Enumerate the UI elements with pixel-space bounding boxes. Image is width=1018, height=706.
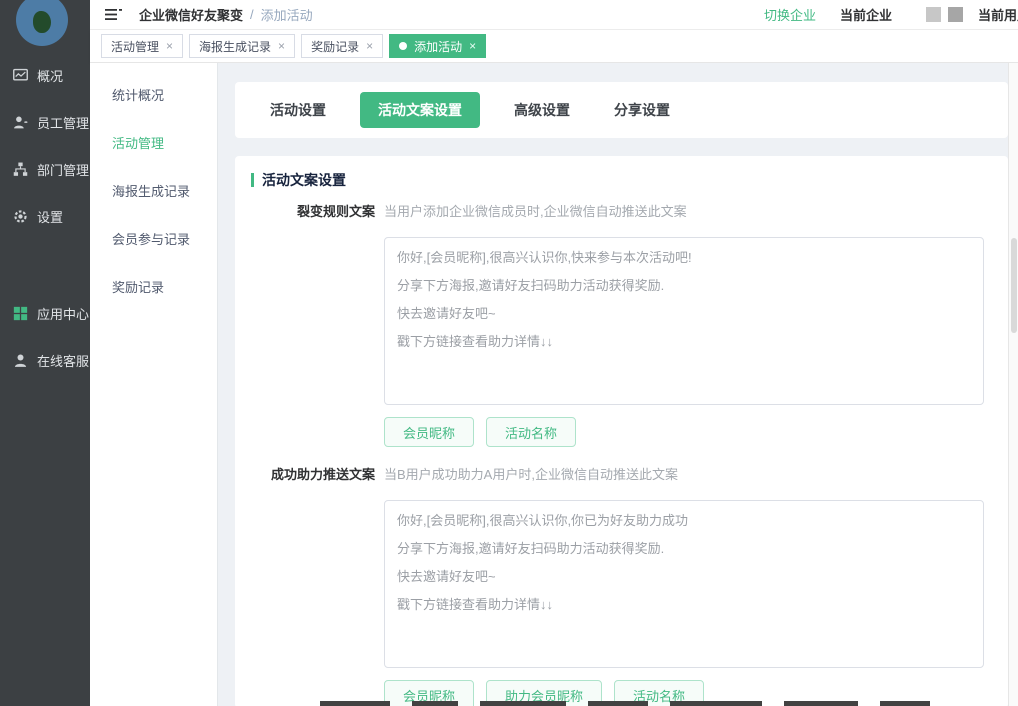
tab-label: 奖励记录	[311, 38, 359, 55]
scrollbar-thumb[interactable]	[1011, 238, 1017, 333]
section-title-text: 活动文案设置	[262, 170, 346, 190]
app-center-icon	[13, 306, 28, 321]
breadcrumb: 企业微信好友聚变 / 添加活动	[139, 5, 313, 24]
company-avatar	[926, 7, 941, 22]
submenu-item-reward-records[interactable]: 奖励记录	[90, 264, 217, 312]
employee-icon	[13, 115, 28, 130]
sidebar-item-overview[interactable]: 概况	[0, 52, 90, 99]
active-dot-icon	[399, 42, 407, 50]
submenu-item-member-participation[interactable]: 会员参与记录	[90, 216, 217, 264]
main-content: 活动设置 活动文案设置 高级设置 分享设置 活动文案设置 裂变规则文案 当用户添…	[218, 63, 1018, 706]
sidebar-item-label: 在线客服	[37, 351, 89, 370]
primary-sidebar: 概况 员工管理 部门管理 设置	[0, 0, 90, 706]
tab-reward-records[interactable]: 奖励记录 ×	[301, 34, 383, 58]
sidebar-item-employees[interactable]: 员工管理	[0, 99, 90, 146]
sidebar-item-label: 员工管理	[37, 113, 89, 132]
logo-image	[33, 11, 51, 33]
sidebar-item-label: 概况	[37, 66, 63, 85]
settings-icon	[13, 209, 28, 224]
topbar: 企业微信好友聚变 / 添加活动 切换企业 当前企业 当前用户	[90, 0, 1018, 30]
tab-close-icon[interactable]: ×	[366, 40, 373, 52]
copy-settings-card: 活动文案设置 裂变规则文案 当用户添加企业微信成员时,企业微信自动推送此文案 你…	[235, 156, 1008, 706]
tab-close-icon[interactable]: ×	[166, 40, 173, 52]
tab-add-activity[interactable]: 添加活动 ×	[389, 34, 486, 58]
assist-success-copy-textarea[interactable]: 你好,[会员昵称],很高兴认识你,你已为好友助力成功 分享下方海报,邀请好友扫码…	[384, 500, 984, 668]
assist-success-copy-field: 成功助力推送文案 当B用户成功助力A用户时,企业微信自动推送此文案 你好,[会员…	[251, 465, 1008, 706]
tab-label: 海报生成记录	[199, 38, 271, 55]
insert-variable-buttons: 会员昵称 活动名称	[384, 417, 984, 447]
submenu-item-stats-overview[interactable]: 统计概况	[90, 72, 217, 120]
sidebar-item-label: 部门管理	[37, 160, 89, 179]
breadcrumb-current: 添加活动	[261, 5, 313, 24]
collapse-sidebar-icon[interactable]	[105, 7, 122, 22]
submenu-item-activity-management[interactable]: 活动管理	[90, 120, 217, 168]
tab-advanced-settings[interactable]: 高级设置	[504, 92, 580, 128]
current-user-label: 当前用户	[978, 5, 1018, 24]
tab-share-settings[interactable]: 分享设置	[604, 92, 680, 128]
opened-tabs-strip: 活动管理 × 海报生成记录 × 奖励记录 × 添加活动 ×	[90, 30, 1018, 63]
overview-icon	[13, 68, 28, 83]
sidebar-item-settings[interactable]: 设置	[0, 193, 90, 240]
activity-name-button[interactable]: 活动名称	[486, 417, 576, 447]
current-company-label: 当前企业	[840, 5, 892, 24]
sidebar-item-label: 应用中心	[37, 304, 89, 323]
breadcrumb-root[interactable]: 企业微信好友聚变	[139, 5, 243, 24]
member-nickname-button[interactable]: 会员昵称	[384, 417, 474, 447]
cutoff-content-strip	[320, 701, 930, 706]
tab-label: 活动管理	[111, 38, 159, 55]
tab-poster-records[interactable]: 海报生成记录 ×	[189, 34, 295, 58]
user-avatar	[948, 7, 963, 22]
field-body: 当用户添加企业微信成员时,企业微信自动推送此文案 你好,[会员昵称],很高兴认识…	[384, 202, 984, 447]
switch-company-link[interactable]: 切换企业	[764, 5, 816, 24]
tab-activity-management[interactable]: 活动管理 ×	[101, 34, 183, 58]
app-window: 概况 员工管理 部门管理 设置	[0, 0, 1018, 706]
settings-tabs-card: 活动设置 活动文案设置 高级设置 分享设置	[235, 82, 1008, 138]
field-body: 当B用户成功助力A用户时,企业微信自动推送此文案 你好,[会员昵称],很高兴认识…	[384, 465, 984, 706]
primary-menu: 概况 员工管理 部门管理 设置	[0, 52, 90, 384]
topbar-right: 切换企业 当前企业 当前用户	[764, 5, 1018, 24]
sidebar-item-label: 设置	[37, 207, 63, 226]
field-hint: 当用户添加企业微信成员时,企业微信自动推送此文案	[384, 202, 984, 222]
tab-close-icon[interactable]: ×	[278, 40, 285, 52]
section-title: 活动文案设置	[251, 170, 1008, 190]
secondary-sidebar: 统计概况 活动管理 海报生成记录 会员参与记录 奖励记录	[90, 63, 218, 706]
section-accent-bar	[251, 173, 254, 187]
sidebar-item-departments[interactable]: 部门管理	[0, 146, 90, 193]
fission-rule-copy-textarea[interactable]: 你好,[会员昵称],很高兴认识你,快来参与本次活动吧! 分享下方海报,邀请好友扫…	[384, 237, 984, 405]
tab-activity-settings[interactable]: 活动设置	[260, 92, 336, 128]
department-icon	[13, 162, 28, 177]
breadcrumb-separator: /	[250, 7, 254, 22]
vertical-scrollbar[interactable]	[1008, 63, 1018, 706]
field-label: 裂变规则文案	[251, 202, 375, 447]
field-hint: 当B用户成功助力A用户时,企业微信自动推送此文案	[384, 465, 984, 485]
sidebar-item-customer-service[interactable]: 在线客服	[0, 337, 90, 384]
field-label: 成功助力推送文案	[251, 465, 375, 706]
tab-label: 添加活动	[414, 38, 462, 55]
customer-service-icon	[13, 353, 28, 368]
submenu-item-poster-records[interactable]: 海报生成记录	[90, 168, 217, 216]
tab-close-icon[interactable]: ×	[469, 40, 476, 52]
company-logo[interactable]	[16, 0, 68, 46]
fission-rule-copy-field: 裂变规则文案 当用户添加企业微信成员时,企业微信自动推送此文案 你好,[会员昵称…	[251, 202, 1008, 447]
tab-activity-copy-settings[interactable]: 活动文案设置	[360, 92, 480, 128]
sidebar-item-app-center[interactable]: 应用中心	[0, 290, 90, 337]
